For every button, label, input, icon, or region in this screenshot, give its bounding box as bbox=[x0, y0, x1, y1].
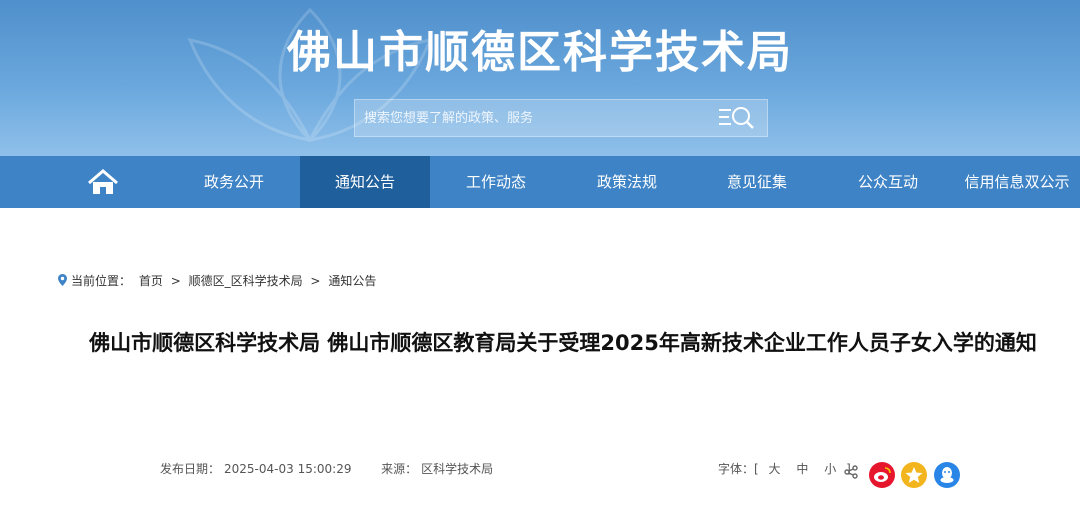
nav-item-work-news[interactable]: 工作动态 bbox=[430, 156, 562, 208]
favorite-button[interactable] bbox=[901, 462, 927, 488]
font-size-large[interactable]: 大 bbox=[769, 462, 781, 476]
bracket-open: [ bbox=[754, 462, 759, 476]
nav-item-interaction[interactable]: 公众互动 bbox=[822, 156, 954, 208]
breadcrumb-current-link[interactable]: 通知公告 bbox=[328, 274, 376, 288]
location-pin-icon bbox=[58, 274, 67, 286]
header-banner: 佛山市顺德区科学技术局 bbox=[0, 0, 1080, 156]
nav-item-opinions[interactable]: 意见征集 bbox=[692, 156, 822, 208]
home-icon[interactable] bbox=[70, 156, 136, 208]
nav-item-gov-affairs[interactable]: 政务公开 bbox=[168, 156, 300, 208]
site-title: 佛山市顺德区科学技术局 bbox=[287, 27, 793, 78]
nav-item-credit-info[interactable]: 信用信息双公示 bbox=[954, 156, 1080, 208]
nav-item-policies[interactable]: 政策法规 bbox=[562, 156, 692, 208]
breadcrumb-prefix: 当前位置： bbox=[71, 274, 132, 288]
font-size-tools: 字体：[ 大 中 小 ] bbox=[718, 460, 851, 477]
date-label: 发布日期： bbox=[160, 462, 221, 476]
source-value: 区科学技术局 bbox=[421, 462, 494, 476]
breadcrumb: 当前位置： 首页 > 顺德区_区科学技术局 > 通知公告 bbox=[58, 272, 380, 289]
search-box bbox=[354, 99, 768, 137]
publish-date: 2025-04-03 15:00:29 bbox=[224, 462, 352, 476]
qq-icon bbox=[940, 467, 954, 483]
breadcrumb-dept-link[interactable]: 顺德区_区科学技术局 bbox=[189, 274, 303, 288]
article-title: 佛山市顺德区科学技术局 佛山市顺德区教育局关于受理2025年高新技术企业工作人员… bbox=[89, 331, 1037, 355]
font-size-medium[interactable]: 中 bbox=[796, 462, 808, 476]
font-size-small[interactable]: 小 bbox=[824, 462, 836, 476]
article-meta: 发布日期： 2025-04-03 15:00:29 来源： 区科学技术局 bbox=[160, 460, 497, 477]
weibo-icon bbox=[874, 467, 891, 482]
source-label: 来源： bbox=[381, 462, 418, 476]
share-icon[interactable] bbox=[843, 465, 859, 479]
breadcrumb-separator: > bbox=[310, 274, 321, 288]
qq-share-button[interactable] bbox=[934, 462, 960, 488]
main-nav: 政务公开 通知公告 工作动态 政策法规 意见征集 公众互动 信用信息双公示 bbox=[0, 156, 1080, 208]
nav-item-notices[interactable]: 通知公告 bbox=[300, 156, 430, 208]
search-input[interactable] bbox=[355, 100, 705, 136]
weibo-share-button[interactable] bbox=[869, 462, 895, 488]
star-icon bbox=[905, 467, 923, 483]
breadcrumb-home-link[interactable]: 首页 bbox=[139, 274, 163, 288]
breadcrumb-separator: > bbox=[170, 274, 181, 288]
font-size-label: 字体： bbox=[718, 462, 755, 476]
search-icon[interactable] bbox=[717, 104, 757, 132]
